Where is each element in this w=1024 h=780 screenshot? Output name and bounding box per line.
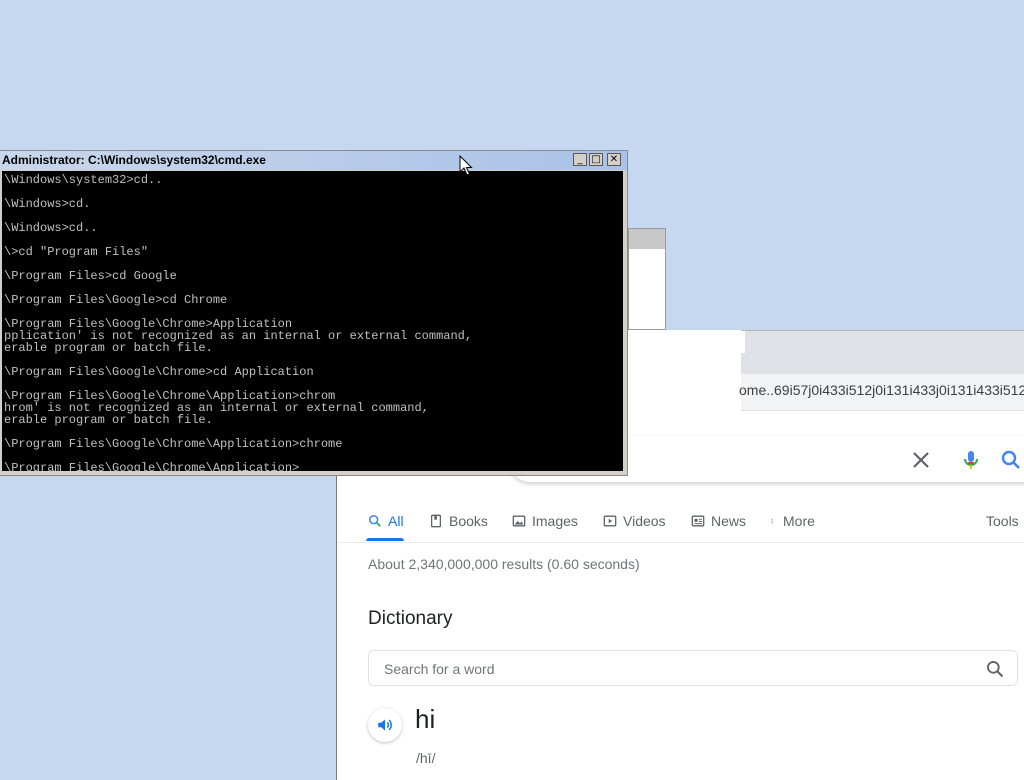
tab-all[interactable]: All — [368, 510, 404, 532]
tab-label: Images — [532, 513, 578, 529]
tools-label: Tools — [986, 513, 1019, 529]
maximize-button[interactable]: □ — [589, 153, 603, 166]
tab-more[interactable]: More — [771, 510, 815, 532]
cmd-console[interactable]: \Windows\system32>cd.. \Windows>cd. \Windo… — [2, 171, 623, 471]
dictionary-word: hi — [415, 704, 436, 734]
mouse-cursor-icon — [459, 155, 473, 176]
tab-strip-edge — [741, 331, 745, 353]
tab-label: News — [711, 513, 747, 529]
tab-videos[interactable]: Videos — [603, 510, 666, 532]
background-window[interactable] — [628, 228, 666, 330]
result-stats: About 2,340,000,000 results (0.60 second… — [368, 556, 640, 572]
play-icon — [603, 515, 617, 527]
tab-news[interactable]: News — [691, 510, 746, 532]
cmd-window-border — [623, 171, 627, 471]
image-icon — [512, 515, 526, 527]
pronunciation-button[interactable] — [368, 708, 402, 742]
dictionary-search-input[interactable] — [382, 657, 976, 681]
toolbar-divider — [741, 410, 1024, 411]
console-line: \Program Files>cd Google — [4, 269, 177, 283]
console-line: erable program or batch file. — [4, 341, 213, 355]
cmd-title: Administrator: C:\Windows\system32\cmd.e… — [2, 153, 266, 167]
search-nav-tabs: All Books Images Videos News More Tools — [337, 498, 1024, 543]
dictionary-heading: Dictionary — [368, 608, 453, 629]
tab-label: All — [388, 513, 404, 529]
tab-label: Books — [449, 513, 488, 529]
tools-button[interactable]: Tools — [986, 510, 1019, 532]
tab-label: More — [783, 513, 815, 529]
tab-images[interactable]: Images — [512, 510, 578, 532]
chrome-tab-strip[interactable] — [741, 330, 1024, 375]
news-icon — [691, 515, 705, 527]
close-button[interactable]: ✕ — [607, 153, 621, 166]
tab-label: Videos — [623, 513, 666, 529]
cmd-titlebar[interactable]: Administrator: C:\Windows\system32\cmd.e… — [0, 151, 627, 170]
console-line: \Windows>cd. — [4, 197, 91, 211]
background-window-titlebar[interactable] — [629, 229, 665, 249]
search-icon[interactable] — [999, 448, 1023, 472]
close-icon[interactable] — [909, 448, 933, 472]
search-icon[interactable] — [985, 659, 1005, 679]
cmd-window[interactable]: Administrator: C:\Windows\system32\cmd.e… — [0, 150, 628, 476]
mic-icon[interactable] — [959, 448, 983, 472]
speaker-icon — [378, 719, 392, 731]
search-icon — [368, 514, 381, 527]
console-line: \Windows\system32>cd.. — [4, 173, 163, 187]
address-bar-url: ome..69i57j0i433i512j0i131i433j0i131i433… — [739, 382, 1024, 398]
address-bar[interactable]: ome..69i57j0i433i512j0i131i433j0i131i433… — [739, 382, 1024, 398]
console-output: \Windows\system32>cd.. \Windows>cd. \Windo… — [2, 171, 623, 471]
console-line: erable program or batch file. — [4, 413, 213, 427]
book-icon — [430, 514, 442, 528]
console-line: \>cd "Program Files" — [4, 245, 149, 259]
dictionary-search-box[interactable] — [368, 650, 1018, 686]
minimize-button[interactable]: _ — [573, 153, 587, 166]
console-line: \Windows>cd.. — [4, 221, 98, 235]
console-line: \Program Files\Google\Chrome\Application… — [4, 437, 343, 451]
console-line: \Program Files\Google\Chrome\Application… — [4, 461, 300, 471]
dictionary-phonetic: /hī/ — [416, 750, 436, 766]
more-vert-icon — [771, 518, 773, 524]
active-tab-indicator — [366, 538, 404, 541]
console-line: \Program Files\Google\Chrome>cd Applicat… — [4, 365, 314, 379]
console-line: \Program Files\Google>cd Chrome — [4, 293, 228, 307]
tab-books[interactable]: Books — [429, 510, 488, 532]
